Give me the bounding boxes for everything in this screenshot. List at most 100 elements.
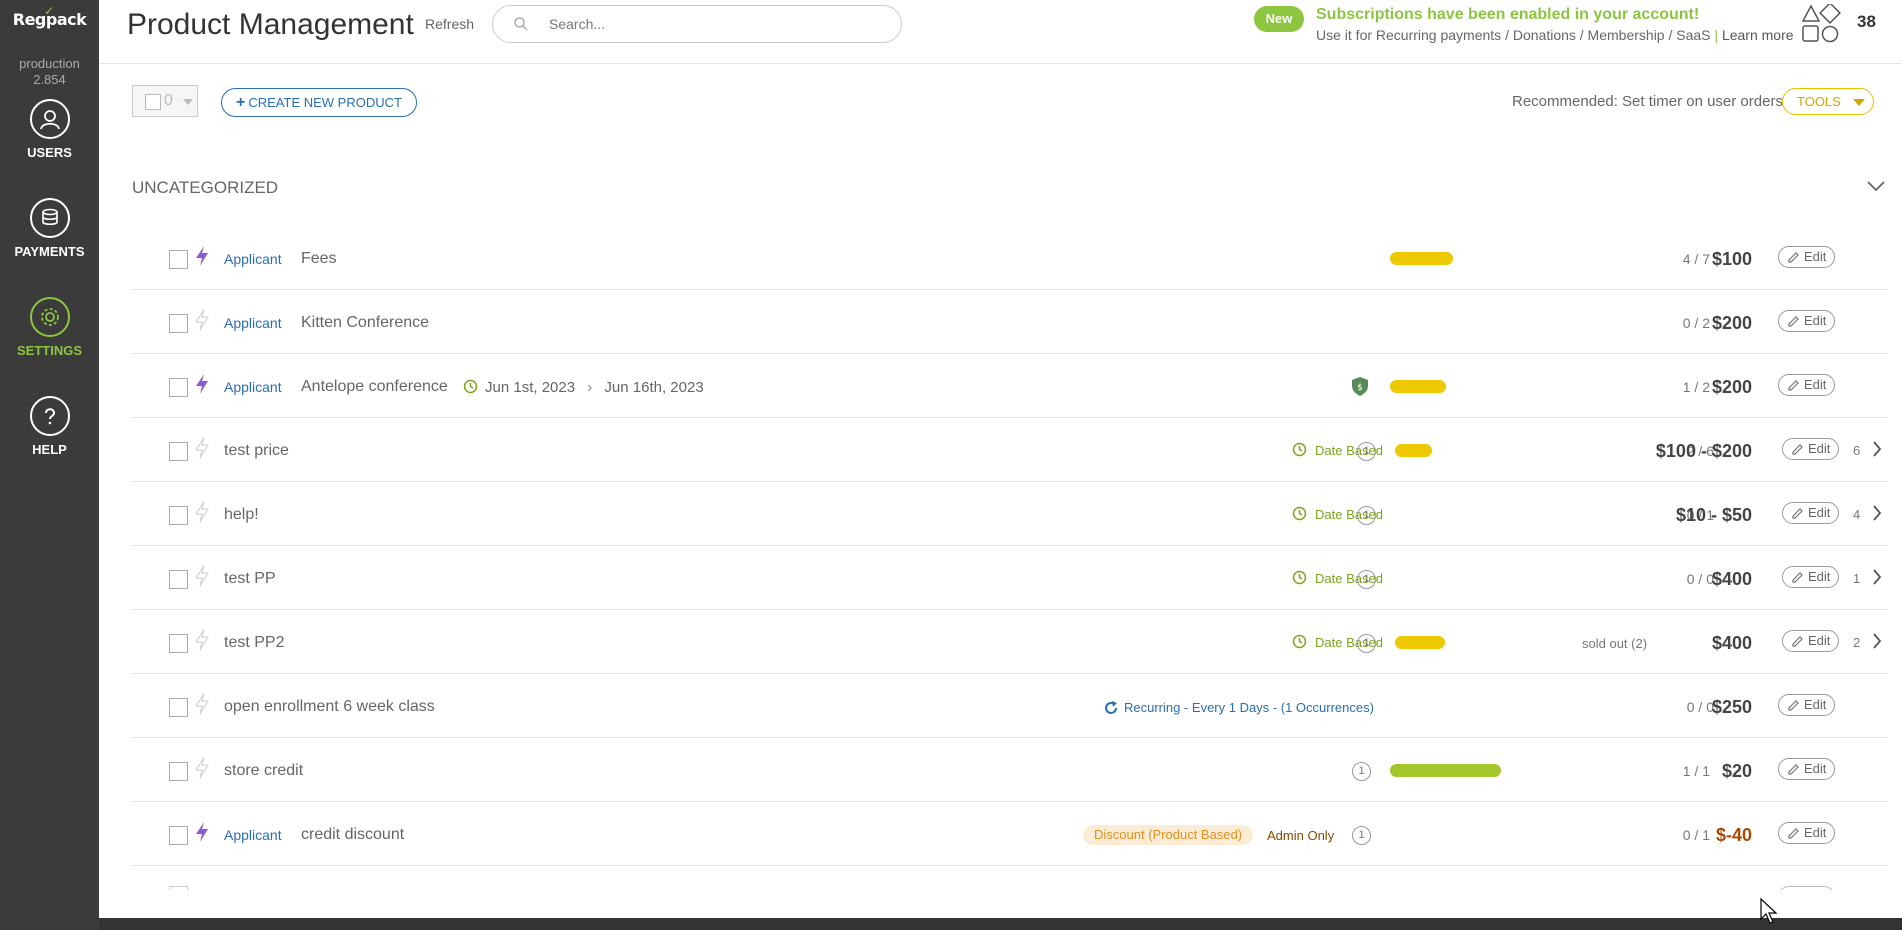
variant-count: 4 bbox=[1853, 507, 1861, 522]
count-badge: 1 bbox=[1352, 762, 1371, 781]
chevron-right-icon[interactable] bbox=[1872, 504, 1882, 522]
nav-settings[interactable]: SETTINGS bbox=[0, 297, 99, 358]
refresh-link[interactable]: Refresh bbox=[425, 16, 474, 32]
chevron-right-icon[interactable] bbox=[1872, 440, 1882, 458]
role-label[interactable]: Applicant bbox=[224, 251, 282, 267]
product-name: test price bbox=[224, 442, 289, 459]
edit-button[interactable]: Edit bbox=[1782, 502, 1839, 524]
nav-payments[interactable]: PAYMENTS bbox=[0, 198, 99, 259]
admin-only-label: Admin Only bbox=[1267, 828, 1335, 843]
row-checkbox[interactable] bbox=[169, 506, 188, 525]
edit-button[interactable]: Edit bbox=[1778, 310, 1835, 332]
role-label[interactable]: Applicant bbox=[224, 827, 282, 843]
bolt-icon bbox=[195, 565, 209, 587]
edit-button[interactable]: Edit bbox=[1778, 758, 1835, 780]
collapse-chevron-icon[interactable] bbox=[1866, 180, 1886, 192]
product-name: Antelope conference bbox=[301, 378, 448, 395]
bolt-icon bbox=[195, 693, 209, 715]
edit-button[interactable]: Edit bbox=[1778, 246, 1835, 268]
capacity-bar bbox=[1395, 444, 1432, 457]
clock-icon bbox=[1292, 634, 1307, 649]
regpack-logo[interactable]: ✓ Regpack bbox=[0, 4, 99, 29]
row-checkbox[interactable] bbox=[169, 442, 188, 461]
select-all-checkbox[interactable] bbox=[145, 94, 161, 110]
chevron-right-icon[interactable] bbox=[1872, 632, 1882, 650]
date-start: Jun 1st, 2023 bbox=[485, 379, 576, 396]
user-icon bbox=[29, 99, 70, 139]
capacity-bar bbox=[1390, 764, 1501, 777]
role-label[interactable]: Applicant bbox=[224, 315, 282, 331]
pencil-icon bbox=[1788, 380, 1799, 391]
row-checkbox[interactable] bbox=[169, 378, 188, 397]
subscription-text: Use it for Recurring payments / Donation… bbox=[1316, 27, 1794, 43]
refresh-icon bbox=[1105, 701, 1117, 714]
edit-button[interactable]: Edit bbox=[1782, 438, 1839, 460]
variant-count: 2 bbox=[1853, 635, 1861, 650]
header: Product Management Refresh New Subscript… bbox=[99, 0, 1902, 64]
edit-button[interactable]: Edit bbox=[1778, 374, 1835, 396]
product-price: $200 bbox=[1711, 313, 1752, 333]
bolt-icon bbox=[195, 501, 209, 523]
bolt-icon bbox=[196, 246, 208, 266]
table-row[interactable]: store credit 1 1 / 1 $20 Edit bbox=[132, 738, 1888, 802]
row-checkbox[interactable] bbox=[169, 314, 188, 333]
table-row[interactable]: open enrollment 6 week class Recurring -… bbox=[132, 674, 1888, 738]
chevron-right-icon: › bbox=[587, 379, 593, 396]
create-new-product-button[interactable]: + CREATE NEW PRODUCT bbox=[221, 88, 417, 117]
search-box[interactable] bbox=[492, 5, 902, 43]
bolt-icon bbox=[196, 822, 208, 842]
new-badge: New bbox=[1254, 6, 1304, 32]
edit-button[interactable] bbox=[1778, 886, 1835, 890]
recommended-text[interactable]: Recommended: Set timer on user orders bbox=[1512, 93, 1783, 110]
category-title: UNCATEGORIZED bbox=[132, 178, 279, 197]
select-all-dropdown[interactable]: 0 bbox=[132, 85, 198, 117]
tools-button[interactable]: TOOLS bbox=[1782, 88, 1874, 115]
search-input[interactable] bbox=[549, 14, 879, 34]
row-checkbox[interactable] bbox=[169, 886, 188, 890]
product-name: help! bbox=[224, 506, 259, 523]
table-row[interactable]: Applicant Fees 4 / 7 $100 Edit bbox=[132, 226, 1888, 290]
chevron-down-icon bbox=[1853, 99, 1865, 106]
table-row[interactable]: help! Date Based 1 0 / 1 $10 - $50 Edit … bbox=[132, 482, 1888, 546]
clock-icon bbox=[1292, 506, 1307, 521]
environment-info: production 2.854 bbox=[0, 56, 99, 88]
edit-button[interactable]: Edit bbox=[1782, 630, 1839, 652]
bolt-icon bbox=[195, 629, 209, 651]
count-badge: 1 bbox=[1357, 506, 1376, 525]
table-row[interactable]: test PP2 Date Based 1 sold out (2) $400 … bbox=[132, 610, 1888, 674]
table-row[interactable]: Applicant credit discount Discount (Prod… bbox=[132, 802, 1888, 866]
bolt-icon bbox=[195, 437, 209, 459]
table-row[interactable]: Applicant Antelope conference Jun 1st, 2… bbox=[132, 354, 1888, 418]
pencil-icon bbox=[1788, 316, 1799, 327]
table-row[interactable]: Applicant Kitten Conference 0 / 2 $200 E… bbox=[132, 290, 1888, 354]
nav-help[interactable]: HELP bbox=[0, 396, 99, 457]
row-checkbox[interactable] bbox=[169, 570, 188, 589]
product-price: $10 - $50 bbox=[1675, 505, 1752, 525]
row-checkbox[interactable] bbox=[169, 698, 188, 717]
capacity-bar bbox=[1390, 380, 1446, 393]
product-price: $250 bbox=[1711, 697, 1752, 717]
row-checkbox[interactable] bbox=[169, 634, 188, 653]
row-checkbox[interactable] bbox=[169, 250, 188, 269]
product-price: $400 bbox=[1711, 569, 1752, 589]
recurring-label: Recurring - Every 1 Days - (1 Occurrence… bbox=[1105, 700, 1374, 715]
chevron-right-icon[interactable] bbox=[1872, 568, 1882, 586]
table-row[interactable]: test price Date Based 1 2 / 6 $100 - $20… bbox=[132, 418, 1888, 482]
edit-button[interactable]: Edit bbox=[1782, 566, 1839, 588]
date-end: Jun 16th, 2023 bbox=[604, 379, 704, 396]
row-checkbox[interactable] bbox=[169, 826, 188, 845]
role-label[interactable]: Applicant bbox=[224, 379, 282, 395]
env-name: production bbox=[19, 56, 80, 71]
learn-more-link[interactable]: Learn more bbox=[1722, 27, 1794, 43]
edit-button[interactable]: Edit bbox=[1778, 694, 1835, 716]
pencil-icon bbox=[1792, 636, 1803, 647]
discount-badge: Discount (Product Based) bbox=[1083, 825, 1254, 845]
table-row[interactable]: test PP Date Based 1 0 / 0 $400 Edit 1 bbox=[132, 546, 1888, 610]
edit-button[interactable]: Edit bbox=[1778, 822, 1835, 844]
capacity-bar bbox=[1395, 636, 1445, 649]
variant-count: 1 bbox=[1853, 571, 1861, 586]
nav-users[interactable]: USERS bbox=[0, 99, 99, 160]
row-checkbox[interactable] bbox=[169, 762, 188, 781]
shapes-icon[interactable] bbox=[1801, 4, 1841, 44]
selected-count: 0 bbox=[164, 92, 173, 109]
